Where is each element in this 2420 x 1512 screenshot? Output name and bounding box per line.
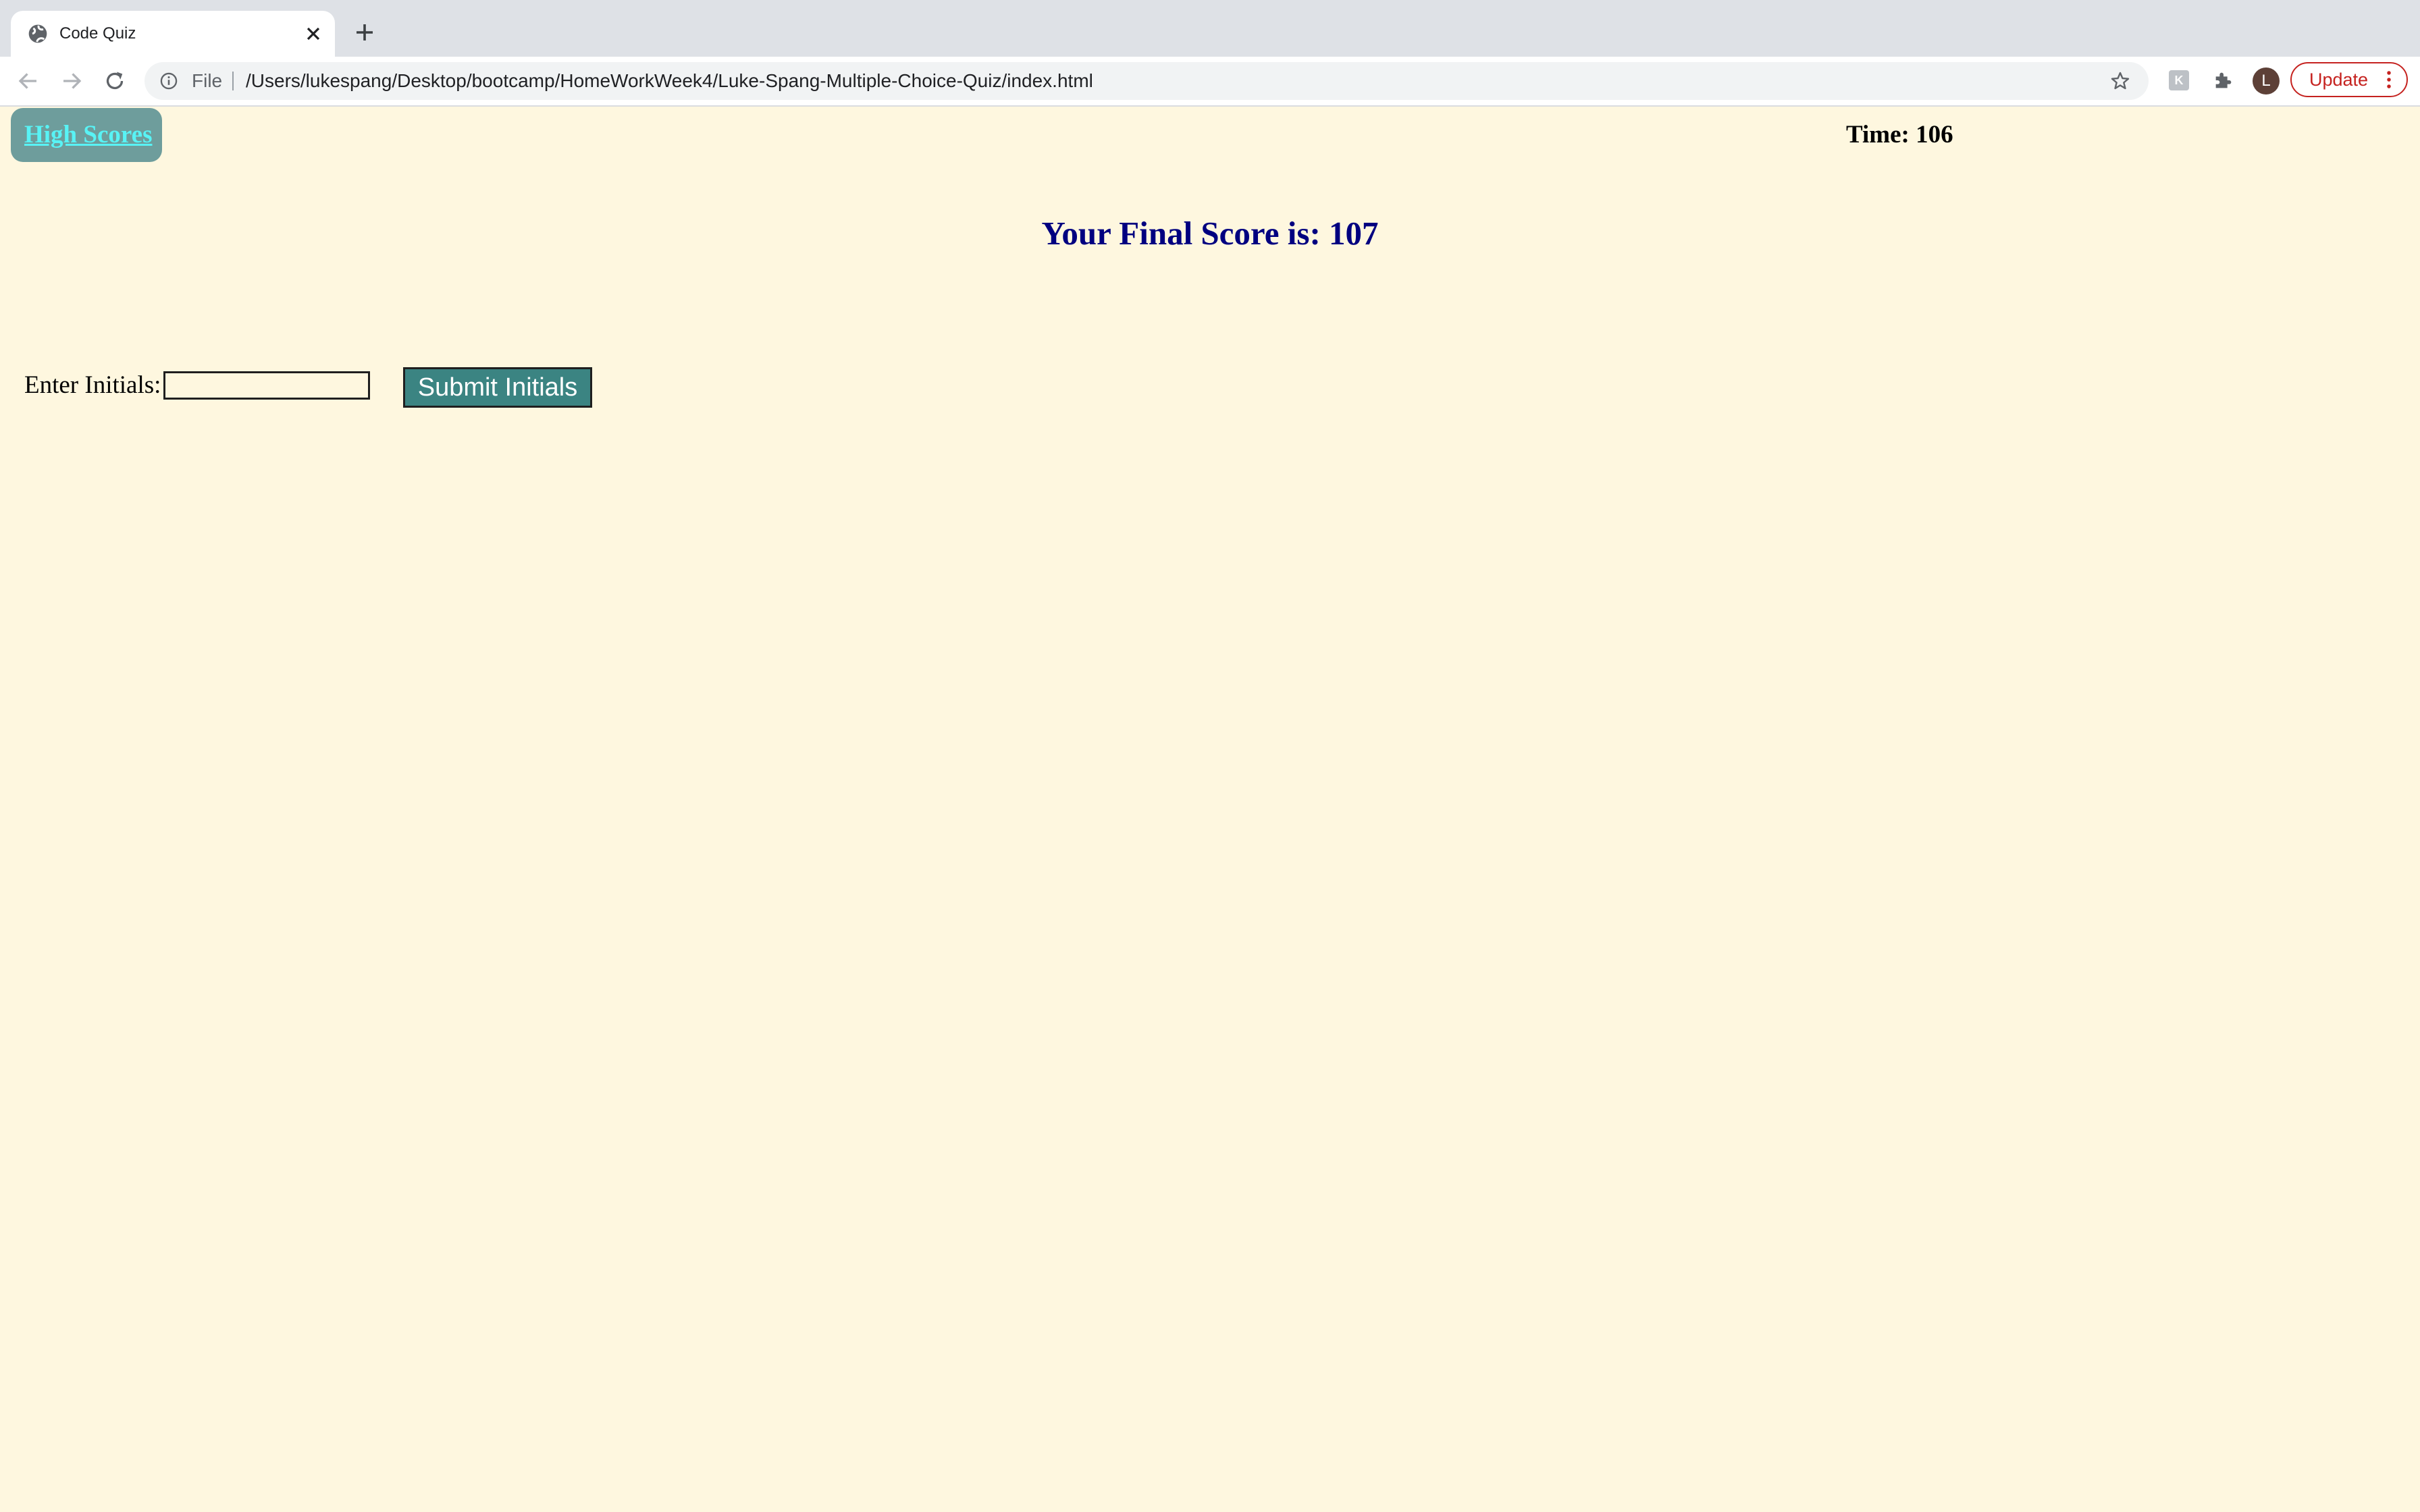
page-content: High Scores Time: 106 Your Final Score i…	[0, 107, 2420, 1512]
timer: Time: 106	[1846, 121, 1953, 148]
browser-toolbar: File /Users/lukespang/Desktop/bootcamp/H…	[0, 57, 2420, 107]
profile-avatar[interactable]: L	[2253, 68, 2280, 94]
high-scores-box: High Scores	[11, 108, 162, 162]
extensions-puzzle-icon[interactable]	[2212, 69, 2235, 92]
url-text[interactable]: /Users/lukespang/Desktop/bootcamp/HomeWo…	[246, 62, 1093, 100]
tab-strip: Code Quiz	[0, 0, 2420, 57]
final-score-heading: Your Final Score is: 107	[1041, 215, 1379, 252]
update-label: Update	[2309, 70, 2369, 90]
close-icon[interactable]	[302, 23, 324, 45]
address-bar[interactable]: File /Users/lukespang/Desktop/bootcamp/H…	[144, 62, 2149, 100]
high-scores-link[interactable]: High Scores	[24, 108, 152, 162]
submit-initials-button[interactable]: Submit Initials	[403, 367, 592, 408]
forward-arrow-icon[interactable]	[59, 69, 84, 93]
info-icon[interactable]	[159, 72, 178, 90]
url-separator	[232, 72, 234, 90]
reload-icon[interactable]	[103, 69, 127, 93]
update-button[interactable]: Update	[2290, 62, 2408, 97]
tab-code-quiz[interactable]: Code Quiz	[11, 11, 335, 57]
initials-input[interactable]	[163, 371, 370, 400]
extension-icon[interactable]: K	[2169, 70, 2189, 90]
globe-icon	[28, 24, 47, 43]
tab-title: Code Quiz	[59, 24, 136, 43]
url-scheme: File	[192, 70, 223, 91]
new-tab-icon[interactable]	[352, 20, 377, 45]
bookmark-star-icon[interactable]	[2109, 70, 2131, 92]
initials-label: Enter Initials:	[24, 371, 161, 399]
menu-dots-icon[interactable]	[2385, 70, 2393, 90]
back-arrow-icon[interactable]	[16, 69, 41, 93]
